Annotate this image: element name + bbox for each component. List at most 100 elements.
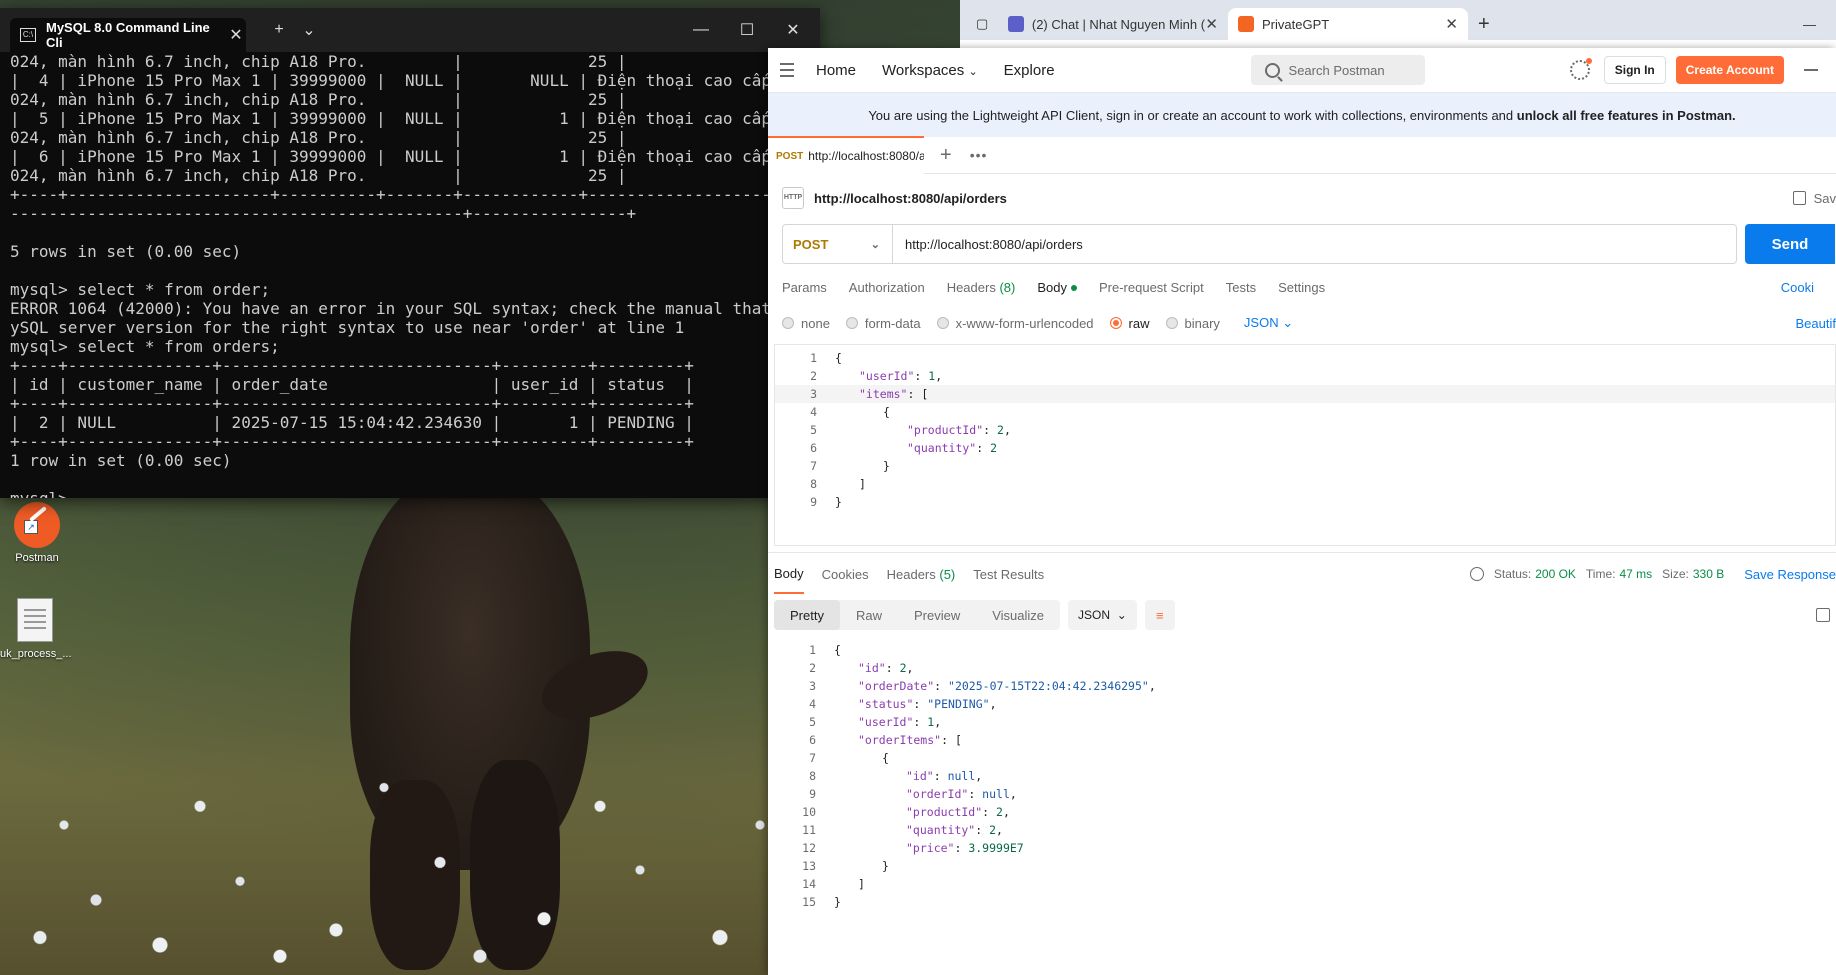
line-number: 3: [809, 679, 816, 693]
create-account-button[interactable]: Create Account: [1675, 56, 1784, 84]
tab-actions-icon[interactable]: ▢: [966, 8, 998, 40]
code-token: :: [913, 715, 928, 729]
new-tab-button[interactable]: +: [1468, 8, 1500, 40]
more-options-icon[interactable]: •••: [970, 147, 988, 163]
body-option-form-data[interactable]: form-data: [845, 316, 921, 331]
globe-icon[interactable]: [1469, 567, 1484, 581]
code-token: "quantity": [907, 441, 977, 455]
view-pretty[interactable]: Pretty: [774, 600, 840, 630]
body-option-raw[interactable]: raw: [1109, 316, 1150, 331]
code-token: "items": [859, 387, 908, 401]
save-response-button[interactable]: Save Response: [1744, 567, 1836, 582]
minimize-icon[interactable]: [1804, 69, 1818, 71]
banner-bold-text[interactable]: unlock all free features in Postman.: [1517, 108, 1736, 123]
code-line: 1{: [774, 641, 1836, 659]
close-icon[interactable]: ✕: [778, 20, 808, 40]
gear-icon[interactable]: [1569, 58, 1592, 80]
code-line: 3 "orderDate": "2025-07-15T22:04:42.23462…: [774, 677, 1836, 695]
code-line: 7}: [775, 457, 1835, 475]
chevron-down-icon[interactable]: ⌄: [294, 20, 324, 40]
method-select[interactable]: POST ⌄: [782, 224, 892, 264]
cookies-link[interactable]: Cooki: [1781, 280, 1814, 295]
status-value[interactable]: 200 OK: [1535, 567, 1576, 581]
line-number: 7: [810, 459, 817, 473]
nav-explore[interactable]: Explore: [1004, 62, 1055, 79]
new-tab-icon[interactable]: +: [264, 21, 294, 39]
line-number: 9: [810, 495, 817, 509]
console-line: 024, màn hình 6.7 inch, chip A18 Pro. | …: [10, 128, 627, 147]
tab-body[interactable]: Body: [1037, 280, 1077, 295]
line-number: 9: [809, 787, 816, 801]
code-token: "id": [906, 769, 934, 783]
response-body-viewer[interactable]: 1{2 "id": 2, 3 "orderDate": "2025-07-15T22:…: [774, 641, 1836, 911]
search-input[interactable]: Search Postman: [1250, 55, 1425, 85]
response-tab-cookies[interactable]: Cookies: [822, 556, 869, 593]
code-line: 8 "id": null,: [774, 767, 1836, 785]
postman-window: Home Workspaces ⌄ Explore Search Postman…: [768, 48, 1836, 975]
code-token: "userId": [858, 715, 914, 729]
close-icon[interactable]: ✕: [1445, 15, 1458, 33]
response-headers-label: Headers: [886, 566, 936, 582]
send-button[interactable]: Send: [1745, 224, 1835, 264]
tab-settings[interactable]: Settings: [1278, 280, 1325, 295]
body-option-binary[interactable]: binary: [1165, 316, 1220, 331]
code-token: "quantity": [906, 823, 976, 837]
browser-tab-teams[interactable]: (2) Chat | Nhat Nguyen Minh (You ✕: [998, 8, 1228, 40]
beautify-link[interactable]: Beautif: [1796, 316, 1836, 331]
copy-icon[interactable]: [1816, 608, 1830, 622]
mysql-console-output[interactable]: 024, màn hình 6.7 inch, chip A18 Pro. | …: [10, 52, 820, 498]
time-value[interactable]: 47 ms: [1619, 567, 1652, 581]
menu-icon[interactable]: [780, 63, 794, 77]
response-tab-body[interactable]: Body: [774, 555, 804, 594]
postman-header: Home Workspaces ⌄ Explore Search Postman…: [768, 48, 1836, 93]
request-tab[interactable]: POST http://localhost:8080/ap: [768, 136, 924, 174]
sign-in-button[interactable]: Sign In: [1603, 56, 1666, 84]
desktop-icon-document[interactable]: uk_process_...: [0, 598, 72, 660]
request-body-editor[interactable]: 1{2 "userId": 1, 3 "items": [4{5 "productId"…: [774, 344, 1836, 546]
close-icon[interactable]: ✕: [1205, 15, 1218, 33]
desktop-icon-postman[interactable]: ↗ Postman: [2, 502, 72, 564]
maximize-icon[interactable]: ☐: [732, 20, 762, 40]
code-token: 1: [928, 369, 936, 383]
body-type-options: none form-data x-www-form-urlencoded raw…: [768, 308, 1836, 338]
view-preview[interactable]: Preview: [898, 600, 976, 630]
nav-workspaces-label: Workspaces: [882, 61, 965, 79]
tab-prerequest-script[interactable]: Pre-request Script: [1099, 280, 1204, 295]
line-number: 6: [809, 733, 816, 747]
option-label: x-www-form-urlencoded: [955, 315, 1094, 331]
browser-tab-privategpt[interactable]: PrivateGPT ✕: [1228, 8, 1468, 40]
response-tab-test-results[interactable]: Test Results: [973, 556, 1044, 593]
code-token: 2: [989, 823, 997, 837]
new-request-tab-icon[interactable]: +: [940, 144, 952, 167]
line-number: 7: [809, 751, 816, 765]
wrap-lines-icon[interactable]: ≡: [1144, 600, 1175, 630]
tab-params[interactable]: Params: [782, 280, 827, 295]
tab-tests[interactable]: Tests: [1226, 280, 1256, 295]
tab-headers[interactable]: Headers (8): [947, 280, 1016, 295]
view-visualize[interactable]: Visualize: [976, 600, 1060, 630]
radio-icon: [936, 317, 949, 329]
response-tab-headers[interactable]: Headers (5): [887, 556, 956, 593]
close-icon[interactable]: ✕: [226, 25, 246, 45]
url-input[interactable]: http://localhost:8080/api/orders: [892, 224, 1737, 264]
body-format-select[interactable]: JSON ⌄: [1244, 315, 1293, 331]
view-raw[interactable]: Raw: [840, 600, 898, 630]
shortcut-arrow-icon: ↗: [24, 520, 38, 534]
size-value[interactable]: 330 B: [1693, 567, 1724, 581]
browser-tabstrip: ▢ (2) Chat | Nhat Nguyen Minh (You ✕ Pri…: [960, 0, 1836, 40]
response-format-select[interactable]: JSON ⌄: [1068, 600, 1137, 630]
request-title[interactable]: http://localhost:8080/api/orders: [814, 191, 1007, 206]
tab-authorization[interactable]: Authorization: [849, 280, 925, 295]
nav-home[interactable]: Home: [816, 62, 856, 79]
view-mode-toggle: Pretty Raw Preview Visualize: [774, 600, 1061, 630]
line-number: 5: [810, 423, 817, 437]
body-option-none[interactable]: none: [782, 316, 830, 331]
minimize-icon[interactable]: —: [1793, 8, 1826, 40]
radio-icon: [845, 317, 858, 329]
body-option-urlencoded[interactable]: x-www-form-urlencoded: [936, 315, 1094, 331]
minimize-icon[interactable]: —: [686, 21, 716, 39]
nav-workspaces[interactable]: Workspaces ⌄: [882, 62, 978, 79]
time-label: Time:: [1585, 567, 1616, 581]
save-button[interactable]: Sav: [1792, 191, 1836, 206]
mysql-tab[interactable]: C:\ MySQL 8.0 Command Line Cli ✕: [10, 18, 246, 52]
